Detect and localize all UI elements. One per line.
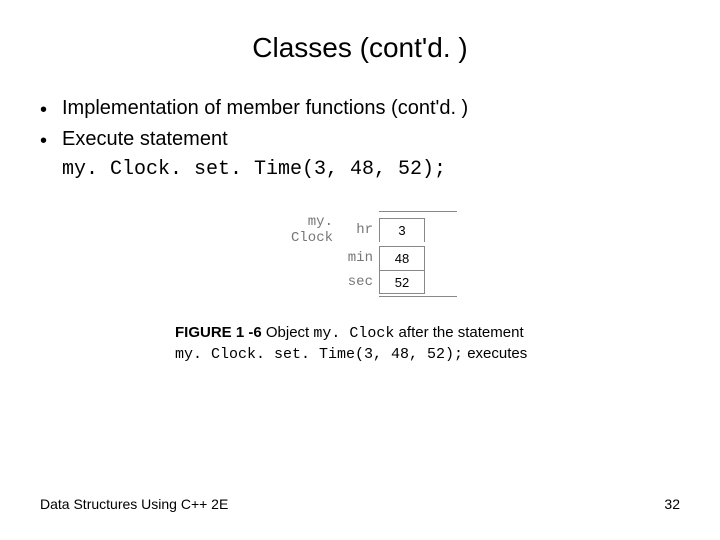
caption-text: Object (262, 324, 314, 341)
bullet-item: • Execute statement (40, 125, 720, 156)
bullet-text: Implementation of member functions (cont… (62, 94, 468, 123)
code-statement: my. Clock. set. Time(3, 48, 52); (0, 158, 720, 181)
diagram-field-value: 52 (379, 270, 425, 294)
diagram-row: min 48 (263, 246, 457, 270)
diagram-field-label: sec (343, 274, 379, 290)
caption-text: after the statement (394, 324, 523, 341)
diagram-field-value: 3 (379, 218, 425, 242)
bullet-list: • Implementation of member functions (co… (0, 94, 720, 156)
caption-text: executes (463, 345, 527, 362)
caption-code: my. Clock. set. Time(3, 48, 52); (175, 346, 463, 363)
footer-book-title: Data Structures Using C++ 2E (40, 496, 228, 512)
bullet-text: Execute statement (62, 125, 228, 154)
bullet-item: • Implementation of member functions (co… (40, 94, 720, 125)
slide-title: Classes (cont'd. ) (0, 0, 720, 94)
diagram-object-name: my. Clock (263, 214, 343, 246)
diagram-row: sec 52 (263, 270, 457, 294)
caption-figure-number: FIGURE 1 -6 (175, 324, 262, 341)
figure-caption: FIGURE 1 -6 Object my. Clock after the s… (0, 323, 720, 366)
bullet-dot: • (40, 94, 62, 125)
diagram-field-label: min (343, 250, 379, 266)
caption-code: my. Clock (313, 325, 394, 342)
diagram-field-label: hr (343, 222, 379, 238)
footer-page-number: 32 (664, 496, 680, 512)
diagram-bottom-border (379, 294, 457, 297)
bullet-dot: • (40, 125, 62, 156)
diagram-field-value: 48 (379, 246, 425, 270)
diagram-row: my. Clock hr 3 (263, 214, 457, 246)
object-diagram: my. Clock hr 3 min 48 sec 52 (263, 211, 457, 297)
slide-footer: Data Structures Using C++ 2E 32 (40, 496, 680, 512)
